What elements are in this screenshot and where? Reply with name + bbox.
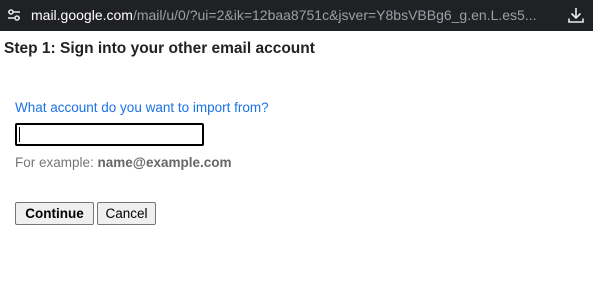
- email-account-input[interactable]: [15, 123, 204, 146]
- example-hint: For example: name@example.com: [15, 155, 232, 170]
- account-question-label: What account do you want to import from?: [15, 100, 269, 115]
- import-dialog: Step 1: Sign into your other email accou…: [0, 31, 593, 299]
- text-caret: [19, 127, 20, 142]
- cancel-button[interactable]: Cancel: [97, 202, 156, 225]
- page-title: Step 1: Sign into your other email accou…: [4, 40, 315, 57]
- url-text[interactable]: mail.google.com/mail/u/0/?ui=2&ik=12baa8…: [31, 7, 536, 24]
- example-email: name@example.com: [97, 155, 232, 170]
- download-icon[interactable]: [567, 6, 585, 24]
- continue-button[interactable]: Continue: [15, 202, 94, 225]
- url-path: /mail/u/0/?ui=2&ik=12baa8751c&jsver=Y8bs…: [132, 7, 536, 23]
- browser-address-bar: mail.google.com/mail/u/0/?ui=2&ik=12baa8…: [0, 0, 593, 31]
- url-domain: mail.google.com: [31, 7, 133, 23]
- example-prefix: For example:: [15, 155, 98, 170]
- tune-icon[interactable]: [7, 8, 21, 22]
